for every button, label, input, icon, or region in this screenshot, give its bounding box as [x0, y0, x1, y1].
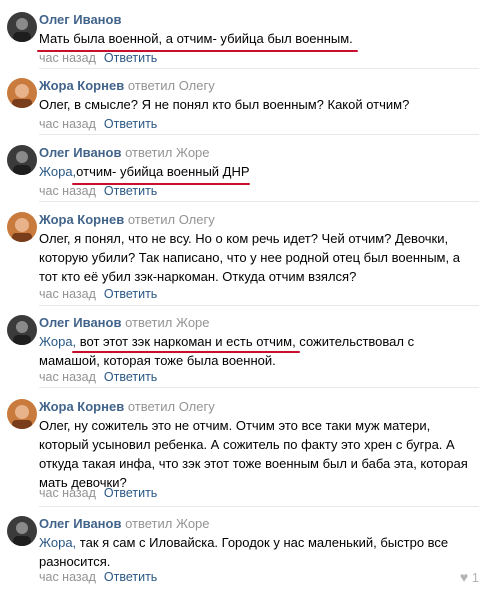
comment-body: Олег, в смысле? Я не понял кто был военн…	[39, 97, 410, 112]
addressee-link[interactable]: Жора,	[39, 164, 76, 179]
comment: Олег Иванов Мать была военной, а отчим- …	[0, 12, 491, 68]
reply-to-label[interactable]: ответил Жоре	[125, 315, 209, 330]
reply-button[interactable]: Ответить	[104, 287, 157, 301]
addressee-link[interactable]: Жора,	[39, 334, 76, 349]
comment-date[interactable]: час назад	[39, 486, 96, 500]
comment: Жора Корнев ответил Олегу Олег, я понял,…	[0, 212, 491, 308]
avatar[interactable]	[7, 78, 37, 108]
author-name[interactable]: Олег Иванов	[39, 12, 121, 27]
comment-body: Олег, я понял, что не всу. Но о ком речь…	[39, 231, 464, 284]
comment-date[interactable]: час назад	[39, 184, 96, 198]
comment-date[interactable]: час назад	[39, 287, 96, 301]
avatar[interactable]	[7, 315, 37, 345]
avatar[interactable]	[7, 145, 37, 175]
reply-to-label[interactable]: ответил Олегу	[128, 78, 215, 93]
avatar[interactable]	[7, 212, 37, 242]
comment-text: Жора,отчим- убийца военный ДНР	[39, 162, 477, 181]
comments-feed: Олег Иванов Мать была военной, а отчим- …	[0, 0, 491, 592]
heart-icon: ♥	[459, 569, 469, 585]
avatar[interactable]	[7, 399, 37, 429]
comment: Олег Иванов ответил Жоре Жора,отчим- уби…	[0, 145, 491, 201]
author-name[interactable]: Олег Иванов	[39, 315, 121, 330]
comment-body: так я сам с Иловайска. Городок у нас мал…	[39, 535, 452, 569]
author-name[interactable]: Олег Иванов	[39, 145, 121, 160]
highlight-underline	[72, 351, 300, 353]
reply-button[interactable]: Ответить	[104, 370, 157, 384]
divider	[39, 305, 479, 306]
divider	[39, 68, 479, 69]
comment-date[interactable]: час назад	[39, 51, 96, 65]
reply-to-label[interactable]: ответил Олегу	[128, 399, 215, 414]
comment-text: Жора, так я сам с Иловайска. Городок у н…	[39, 533, 477, 571]
comment-text: Мать была военной, а отчим- убийца был в…	[39, 29, 477, 48]
comment-body: Олег, ну сожитель это не отчим. Отчим эт…	[39, 418, 472, 490]
comment-date[interactable]: час назад	[39, 117, 96, 131]
comment: Олег Иванов ответил Жоре Жора, вот этот …	[0, 315, 491, 385]
comment: Жора Корнев ответил Олегу Олег, ну сожит…	[0, 399, 491, 504]
like-count: 1	[471, 570, 479, 585]
divider	[39, 506, 479, 507]
author-name[interactable]: Жора Корнев	[39, 78, 124, 93]
comment-body: Мать была военной, а отчим- убийца был в…	[39, 31, 353, 46]
reply-to-label[interactable]: ответил Олегу	[128, 212, 215, 227]
author-name[interactable]: Олег Иванов	[39, 516, 121, 531]
avatar[interactable]	[7, 516, 37, 546]
reply-to-label[interactable]: ответил Жоре	[125, 516, 209, 531]
comment-date[interactable]: час назад	[39, 570, 96, 584]
reply-to-label[interactable]: ответил Жоре	[125, 145, 209, 160]
comment-text: Олег, я понял, что не всу. Но о ком речь…	[39, 229, 477, 286]
addressee-link[interactable]: Жора,	[39, 535, 76, 550]
reply-button[interactable]: Ответить	[104, 486, 157, 500]
comment: Олег Иванов ответил Жоре Жора, так я сам…	[0, 516, 491, 586]
like-button[interactable]: ♥ 1	[460, 569, 479, 585]
author-name[interactable]: Жора Корнев	[39, 212, 124, 227]
divider	[39, 387, 479, 388]
reply-button[interactable]: Ответить	[104, 51, 157, 65]
comment-body: отчим- убийца военный ДНР	[76, 164, 250, 179]
comment-text: Олег, ну сожитель это не отчим. Отчим эт…	[39, 416, 477, 492]
divider	[39, 201, 479, 202]
author-name[interactable]: Жора Корнев	[39, 399, 124, 414]
avatar[interactable]	[7, 12, 37, 42]
reply-button[interactable]: Ответить	[104, 117, 157, 131]
comment-date[interactable]: час назад	[39, 370, 96, 384]
reply-button[interactable]: Ответить	[104, 570, 157, 584]
comment-text: Олег, в смысле? Я не понял кто был военн…	[39, 95, 477, 114]
divider	[39, 134, 479, 135]
reply-button[interactable]: Ответить	[104, 184, 157, 198]
comment: Жора Корнев ответил Олегу Олег, в смысле…	[0, 78, 491, 134]
